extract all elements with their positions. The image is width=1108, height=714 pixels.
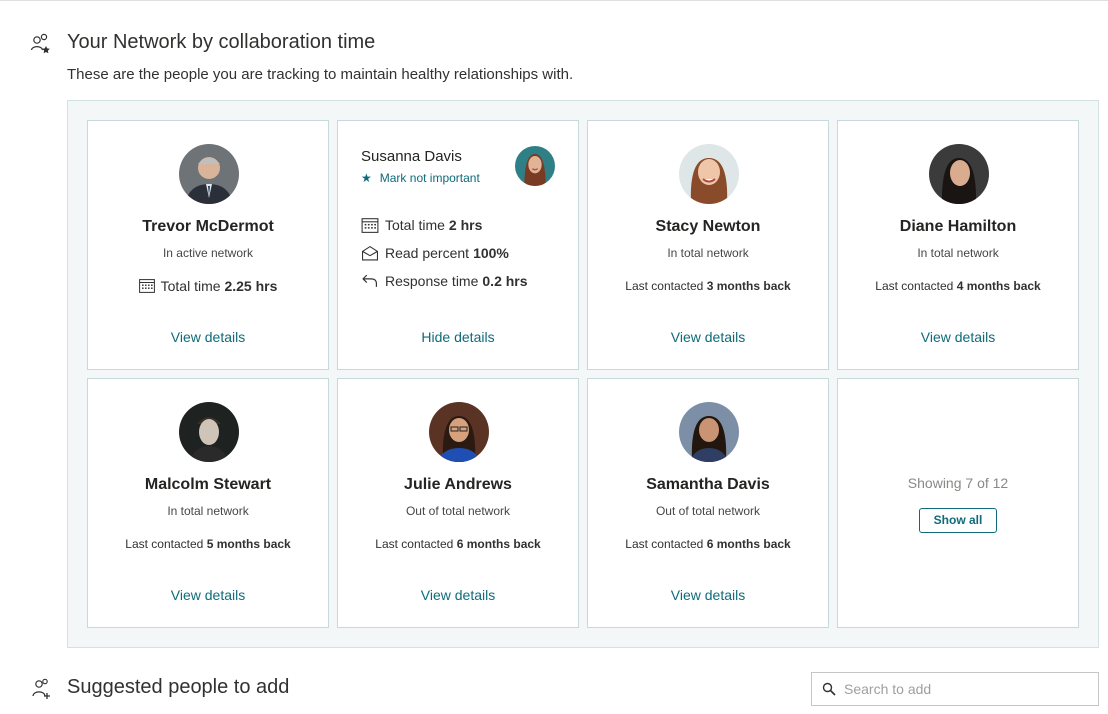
person-card-expanded: Susanna Davis ★ Mark not important Total … [337,120,579,370]
view-details-link[interactable]: View details [588,329,828,345]
metric-label: Total time [385,217,445,233]
person-card: Malcolm Stewart In total network Last co… [87,378,329,628]
metric-label: Read percent [385,245,470,261]
network-section-subtitle: These are the people you are tracking to… [67,66,574,83]
metric-line: Last contacted 4 months back [838,279,1078,293]
metric-value: 0.2 hrs [482,273,528,289]
avatar [679,144,739,204]
metric-line: Last contacted 6 months back [338,537,578,551]
calendar-icon [361,218,379,233]
network-status: Out of total network [655,504,761,518]
metric-label: Total time [160,278,221,294]
person-name: Samantha Davis [646,476,770,493]
read-percent-row: Read percent 100% [361,245,509,261]
network-status: In total network [667,246,749,260]
person-name: Malcolm Stewart [144,476,272,493]
view-details-link[interactable]: View details [88,329,328,345]
person-name: Trevor McDermot [142,218,274,235]
metric-value: 100% [473,245,509,261]
suggested-section-title: Suggested people to add [67,676,290,698]
metric-label: Last contacted [375,537,454,551]
view-details-link[interactable]: View details [338,587,578,603]
metric-label: Last contacted [875,279,954,293]
metric-label: Last contacted [125,537,204,551]
person-name: Diane Hamilton [899,218,1017,235]
view-details-link[interactable]: View details [838,329,1078,345]
top-divider [0,0,1108,1]
metric-label: Response time [385,273,479,289]
metric-label: Last contacted [625,537,704,551]
person-name: Stacy Newton [655,218,761,235]
network-status: In active network [162,246,254,260]
metric-value: 2 hrs [448,217,483,233]
search-icon [822,682,836,696]
summary-card: Showing 7 of 12 Show all [837,378,1079,628]
person-name: Susanna Davis [361,148,462,165]
metric-value: 2.25 hrs [224,278,278,294]
network-status: Out of total network [405,504,511,518]
metric-label: Last contacted [625,279,704,293]
metric-value: 6 months back [456,537,541,551]
person-card: Stacy Newton In total network Last conta… [587,120,829,370]
network-status: In total network [917,246,999,260]
metric-line: Last contacted 3 months back [588,279,828,293]
total-time-row: Total time 2 hrs [361,217,482,233]
network-section-title: Your Network by collaboration time [67,31,376,53]
avatar [679,402,739,462]
star-icon: ★ [361,171,372,185]
response-time-row: Response time 0.2 hrs [361,273,528,289]
people-star-icon [30,33,50,54]
view-details-link[interactable]: View details [588,587,828,603]
calendar-icon [138,279,155,293]
showing-count: Showing 7 of 12 [907,475,1009,491]
mark-not-important-button[interactable]: ★ Mark not important [361,171,480,185]
avatar [929,144,989,204]
metric-line: Total time 2.25 hrs [88,278,328,294]
person-card: Julie Andrews Out of total network Last … [337,378,579,628]
search-input[interactable] [844,681,1084,697]
metric-line: Last contacted 5 months back [88,537,328,551]
network-cards-panel: Trevor McDermot In active network Total … [67,100,1099,648]
metric-line: Last contacted 6 months back [588,537,828,551]
metric-value: 6 months back [706,537,791,551]
avatar [179,402,239,462]
metric-value: 3 months back [706,279,791,293]
person-card: Diane Hamilton In total network Last con… [837,120,1079,370]
person-add-icon [32,678,50,699]
envelope-open-icon [362,245,378,261]
reply-icon [362,274,377,287]
avatar [179,144,239,204]
person-card: Trevor McDermot In active network Total … [87,120,329,370]
view-details-link[interactable]: View details [88,587,328,603]
metric-value: 5 months back [206,537,291,551]
show-all-button[interactable]: Show all [919,508,997,533]
hide-details-link[interactable]: Hide details [338,329,578,345]
metric-value: 4 months back [956,279,1041,293]
avatar [515,146,555,186]
network-status: In total network [167,504,249,518]
search-to-add [811,672,1099,706]
avatar [429,402,489,462]
person-card: Samantha Davis Out of total network Last… [587,378,829,628]
mark-not-important-label: Mark not important [379,171,480,185]
person-name: Julie Andrews [404,476,512,493]
